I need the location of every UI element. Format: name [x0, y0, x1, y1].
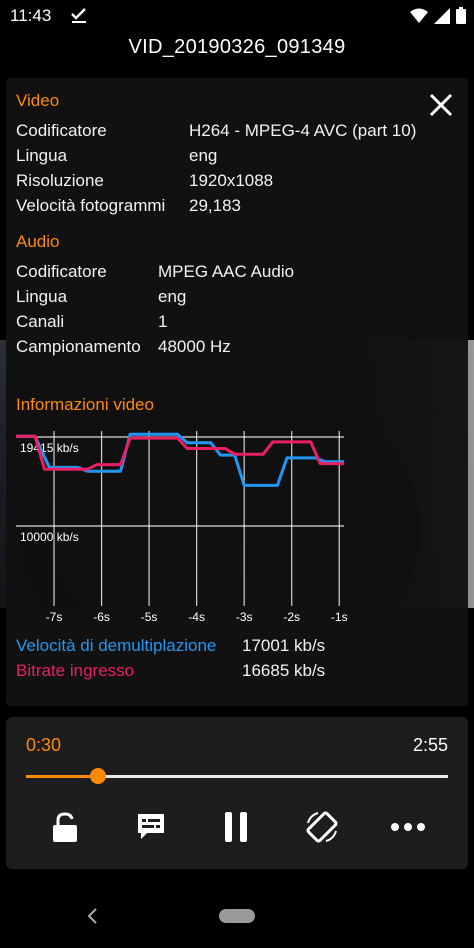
back-icon[interactable] — [84, 906, 100, 926]
seek-thumb[interactable] — [90, 768, 107, 784]
navigation-bar — [0, 890, 474, 948]
bitrate-chart: 19415 kb/s 10000 kb/s -7s -6s -5s -4s -3s -2s -1… — [16, 431, 348, 624]
signal-icon — [434, 7, 450, 24]
legend-demux: Velocità di demultiplazione 17001 kb/s — [16, 636, 325, 656]
screen-rotation-icon — [306, 811, 338, 843]
x-tick-label: -5s — [141, 610, 158, 624]
y-ref-label: 19415 kb/s — [20, 441, 79, 455]
current-time: 0:30 — [26, 735, 62, 755]
x-tick-label: -2s — [283, 610, 300, 624]
wifi-icon — [410, 8, 428, 23]
media-info-panel: Video Codificatore H264 - MPEG-4 AVC (pa… — [6, 78, 468, 706]
legend-value: 17001 kb/s — [242, 636, 326, 655]
home-pill[interactable] — [219, 909, 255, 923]
player-controls: 0:30 2:55 — [6, 717, 468, 869]
x-tick-label: -3s — [236, 610, 253, 624]
seek-bar[interactable] — [26, 768, 448, 784]
x-tick-label: -6s — [93, 610, 110, 624]
status-indicators — [410, 7, 466, 24]
legend-label: Velocità di demultiplazione — [16, 636, 217, 655]
x-tick-label: -1s — [331, 610, 348, 624]
subtitles-icon — [138, 814, 164, 839]
status-bar: 11:43 — [0, 0, 474, 32]
x-tick-label: -4s — [188, 610, 205, 624]
rotate-button[interactable] — [304, 809, 340, 845]
x-tick-label: -7s — [46, 610, 63, 624]
pause-icon — [225, 812, 247, 842]
pause-button[interactable] — [218, 809, 254, 845]
more-options-button[interactable] — [390, 809, 426, 845]
download-done-icon — [71, 8, 86, 23]
legend-label: Bitrate ingresso — [16, 661, 135, 680]
subtitles-button[interactable] — [133, 809, 169, 845]
lock-icon — [53, 812, 77, 842]
video-title: VID_20190326_091349 — [128, 36, 346, 58]
legend-value: 16685 kb/s — [242, 661, 326, 680]
status-time: 11:43 — [10, 6, 52, 25]
battery-icon — [456, 7, 466, 24]
lock-button[interactable] — [47, 809, 83, 845]
total-time[interactable]: 2:55 — [413, 735, 448, 756]
more-icon — [391, 823, 425, 831]
y-ref-label: 10000 kb/s — [20, 530, 79, 544]
legend-input-bitrate: Bitrate ingresso 16685 kb/s — [16, 661, 325, 681]
seek-progress — [26, 775, 99, 778]
